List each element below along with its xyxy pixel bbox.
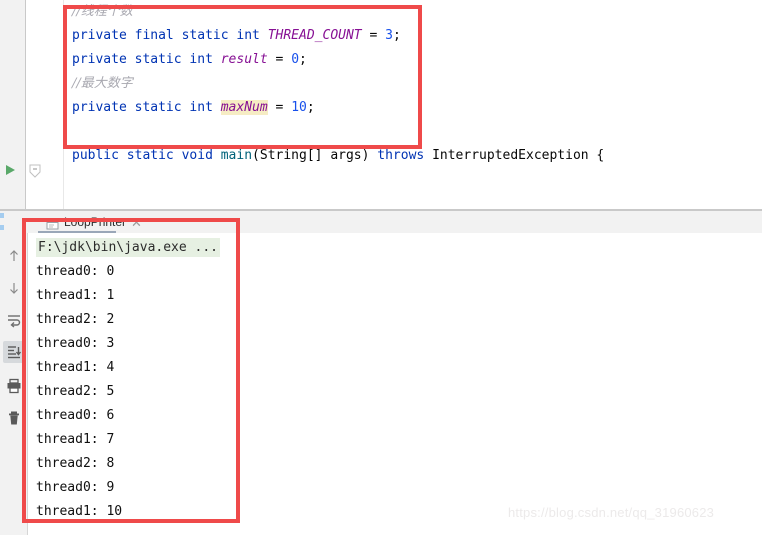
code-token: main (220, 148, 253, 163)
code-token: private (72, 52, 127, 67)
console-output-line: thread0: 3 (36, 336, 115, 351)
code-token: maxNum (220, 100, 268, 115)
scroll-up-button[interactable] (3, 245, 25, 267)
close-icon[interactable]: ✕ (131, 216, 142, 229)
code-line-blank-1 (66, 120, 756, 144)
console-output-line: thread1: 7 (36, 432, 115, 447)
code-token: 0 (291, 52, 300, 67)
console-output-line: thread0: 0 (36, 264, 115, 279)
left-marker-top (0, 213, 4, 218)
code-token: private (72, 100, 127, 115)
code-line-comment-max-num: //最大数字 (66, 72, 756, 96)
code-line-decl-max-num: private static int maxNum = 10; (66, 96, 756, 120)
code-editor-pane: //线程个数 private final static int THREAD_CO… (0, 0, 762, 210)
code-token: result (220, 52, 268, 67)
code-token: (String[] args) (252, 148, 378, 163)
left-marker-bottom (0, 225, 4, 230)
code-token: public (72, 148, 119, 163)
console-output-line: thread1: 1 (36, 288, 115, 303)
console-output-line: thread2: 8 (36, 456, 115, 471)
code-token: ; (306, 100, 315, 115)
editor-gutter (26, 0, 62, 210)
code-fold-icon[interactable] (28, 163, 42, 178)
code-token: int (189, 100, 213, 115)
code-token: = (267, 52, 292, 67)
console-tab-label: LoopPrinter (64, 215, 127, 229)
code-token: int (236, 28, 260, 43)
code-token: = (361, 28, 386, 43)
code-token: int (189, 52, 213, 67)
soft-wrap-icon[interactable] (3, 309, 25, 331)
run-triangle-icon[interactable] (2, 162, 18, 178)
code-token: THREAD_COUNT (267, 28, 362, 43)
console-output-line: thread0: 6 (36, 408, 115, 423)
code-token: 10 (291, 100, 307, 115)
console-output-text[interactable]: F:\jdk\bin\java.exe ... thread0: 0 thread1… (28, 233, 762, 535)
code-line-decl-thread-count: private final static int THREAD_COUNT = … (66, 24, 756, 48)
console-output-line: thread2: 2 (36, 312, 115, 327)
code-token: static (126, 148, 174, 163)
watermark-text: https://blog.csdn.net/qq_31960623 (508, 505, 715, 520)
code-line-decl-result: private static int result = 0; (66, 48, 756, 72)
code-token: //线程个数 (72, 4, 133, 19)
code-text[interactable]: //线程个数 private final static int THREAD_CO… (66, 0, 756, 210)
code-token: ; (299, 52, 307, 67)
console-command-text: F:\jdk\bin\java.exe ... (36, 238, 221, 257)
trash-icon[interactable] (3, 407, 25, 429)
console-output-line: thread1: 4 (36, 360, 115, 375)
console-output-line: thread2: 5 (36, 384, 115, 399)
scroll-to-end-button[interactable] (3, 341, 25, 363)
code-token: InterruptedException { (424, 148, 605, 163)
console-command-line: F:\jdk\bin\java.exe ... (28, 236, 762, 260)
code-line-main-signature: public static void main(String[] args) t… (66, 144, 756, 168)
console-toolbar (0, 233, 28, 535)
code-token: 3 (385, 28, 393, 43)
printer-icon[interactable] (3, 375, 25, 397)
code-token: ; (392, 28, 401, 43)
code-token: void (181, 148, 213, 163)
editor-left-strip (0, 0, 26, 210)
code-token: private (72, 28, 127, 43)
code-token: final (134, 28, 174, 43)
code-token: static (134, 52, 182, 67)
code-token: throws (377, 148, 425, 163)
code-token: = (267, 100, 292, 115)
code-token: static (181, 28, 229, 43)
code-token: //最大数字 (72, 76, 133, 91)
code-line-comment-thread-count: //线程个数 (66, 0, 756, 24)
scroll-down-button[interactable] (3, 277, 25, 299)
console-tab-loopprinter[interactable]: LoopPrinter ✕ (40, 211, 148, 233)
console-tab-icon (46, 216, 59, 229)
run-console-pane: LoopPrinter ✕ F:\jdk\bin\java.exe ... th… (0, 211, 762, 535)
console-output-line: thread0: 9 (36, 480, 115, 495)
code-token: static (134, 100, 182, 115)
editor-fold-rule (63, 0, 64, 210)
